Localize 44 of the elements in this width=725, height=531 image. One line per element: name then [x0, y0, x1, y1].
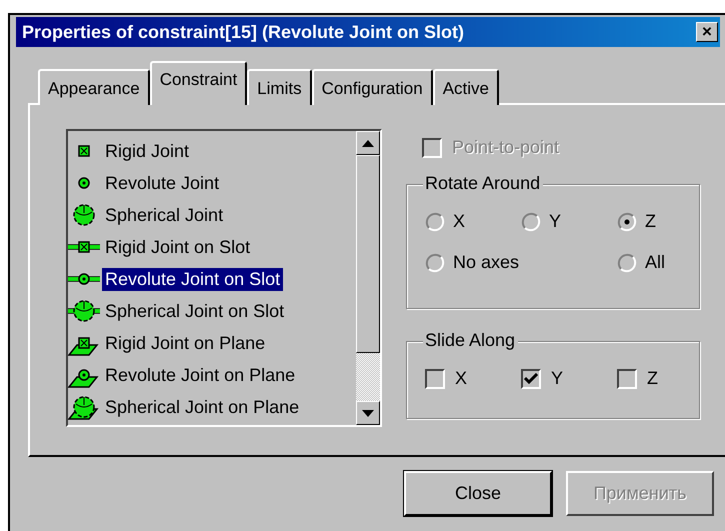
joint-icon [68, 298, 100, 324]
tab[interactable]: Limits [247, 69, 312, 105]
radio-label: No axes [453, 252, 520, 273]
radio-button[interactable] [425, 212, 445, 232]
tab[interactable]: Configuration [312, 69, 433, 105]
list-item[interactable]: Rigid Joint on Slot [102, 236, 254, 258]
list-item[interactable]: Revolute Joint on Plane [102, 364, 298, 386]
dialog-button[interactable]: Close [404, 471, 552, 516]
checkbox-label: Z [647, 368, 658, 389]
radio-button[interactable] [425, 252, 445, 272]
checkbox-label: Point-to-point [452, 137, 560, 158]
list-item[interactable]: Revolute Joint on Slot [102, 268, 284, 290]
scrollbar[interactable] [356, 131, 380, 425]
joint-list[interactable]: Rigid Joint Revolute Joint Spherical Joint Rigid Joint on Slot Revolute Joint on Slot Spherical Joint on Slot Rigid Joint on Plane Revolute Joint on Plane Spherical Joint on Plane [66, 129, 382, 427]
list-item[interactable]: Revolute Joint [102, 172, 222, 194]
tab[interactable]: Constraint [150, 61, 248, 105]
tab[interactable]: Appearance [38, 69, 150, 105]
window-title: Properties of constraint[15] (Revolute Joint on Slot) [22, 22, 464, 42]
up-arrow-icon [362, 140, 374, 146]
tab[interactable]: Active [432, 69, 499, 105]
checkbox-label: Y [551, 368, 564, 389]
list-item[interactable]: Rigid Joint [102, 140, 192, 162]
scroll-down-button[interactable] [356, 401, 380, 425]
checkbox[interactable] [425, 368, 445, 388]
checkbox[interactable] [521, 368, 541, 388]
radio-label: X [453, 211, 466, 232]
list-item[interactable]: Spherical Joint [102, 204, 226, 226]
checkbox-label: X [455, 368, 468, 389]
scroll-thumb[interactable] [356, 155, 380, 353]
down-arrow-icon [362, 410, 374, 416]
list-item[interactable]: Spherical Joint on Plane [102, 396, 302, 418]
checkbox[interactable] [617, 368, 637, 388]
radio-label: Z [645, 211, 656, 232]
radio-label: Y [549, 211, 562, 232]
group-title: Slide Along [423, 330, 518, 351]
close-button[interactable]: × [696, 22, 718, 42]
scroll-up-button[interactable] [356, 131, 380, 155]
radio-button[interactable] [617, 252, 637, 272]
list-item[interactable]: Spherical Joint on Slot [102, 300, 288, 322]
list-item[interactable]: Rigid Joint on Plane [102, 332, 268, 354]
radio-label: All [645, 252, 666, 273]
radio-button[interactable] [617, 212, 637, 232]
radio-button[interactable] [521, 212, 541, 232]
joint-icon [68, 394, 100, 420]
